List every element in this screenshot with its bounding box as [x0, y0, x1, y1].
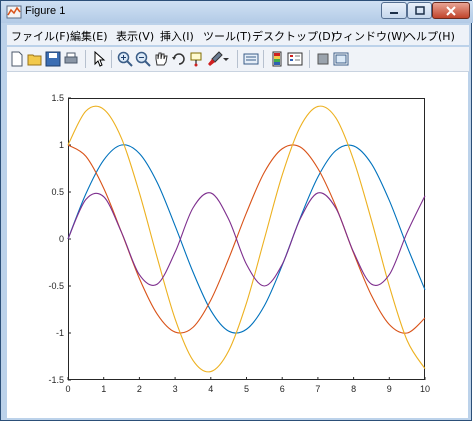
- series-line-4[interactable]: [67, 192, 426, 287]
- x-tick-label: 6: [280, 384, 285, 394]
- series-line-1[interactable]: [67, 144, 426, 334]
- y-tick-label: 0: [59, 234, 64, 244]
- figure-toolbar: [7, 47, 469, 72]
- toolbar-separator: [309, 50, 310, 68]
- maximize-icon: [414, 5, 425, 15]
- y-tick-label: -0.5: [48, 281, 64, 291]
- new-figure-icon[interactable]: [9, 51, 25, 67]
- y-tick-label: -1: [56, 328, 64, 338]
- toolbar-separator: [263, 50, 264, 68]
- toolbar-separator: [85, 50, 86, 68]
- x-tick-label: 8: [351, 384, 356, 394]
- x-tick-label: 5: [244, 384, 249, 394]
- link-plot-icon[interactable]: [243, 51, 259, 67]
- minimize-button[interactable]: [381, 2, 407, 19]
- pan-hand-icon[interactable]: [153, 51, 169, 67]
- close-icon: [446, 5, 456, 16]
- menu-window[interactable]: ウィンドウ(W): [332, 28, 406, 44]
- minimize-icon: [390, 11, 398, 14]
- x-tick-label: 10: [420, 384, 430, 394]
- close-button[interactable]: [432, 2, 470, 19]
- edit-plot-arrow-icon[interactable]: [91, 51, 107, 67]
- figure-window: Figure 1 ファイル(F) 編集(E) 表示(V) 挿入(I) ツール(T…: [0, 0, 473, 421]
- insert-colorbar-icon[interactable]: [269, 51, 285, 67]
- print-icon[interactable]: [63, 51, 79, 67]
- menu-file[interactable]: ファイル(F): [11, 28, 70, 44]
- y-tick-label: 1.5: [51, 93, 64, 103]
- x-tick-label: 2: [137, 384, 142, 394]
- open-file-icon[interactable]: [27, 51, 43, 67]
- zoom-out-icon[interactable]: [135, 51, 151, 67]
- zoom-in-icon[interactable]: [117, 51, 133, 67]
- hide-plot-tools-icon[interactable]: [315, 51, 331, 67]
- insert-legend-icon[interactable]: [287, 51, 303, 67]
- menu-edit[interactable]: 編集(E): [70, 28, 108, 44]
- y-tick-label: 1: [59, 140, 64, 150]
- x-tick-label: 3: [173, 384, 178, 394]
- x-tick-label: 4: [208, 384, 213, 394]
- menu-insert[interactable]: 挿入(I): [160, 28, 194, 44]
- window-title: Figure 1: [25, 5, 66, 17]
- menu-bar: ファイル(F) 編集(E) 表示(V) 挿入(I) ツール(T) デスクトップ(…: [7, 25, 469, 45]
- x-tick-label: 1: [101, 384, 106, 394]
- menu-desktop[interactable]: デスクトップ(D): [252, 28, 335, 44]
- data-cursor-icon[interactable]: [189, 51, 205, 67]
- menu-tools[interactable]: ツール(T): [203, 28, 251, 44]
- toolbar-separator: [111, 50, 112, 68]
- x-tick-label: 0: [65, 384, 70, 394]
- menu-view[interactable]: 表示(V): [116, 28, 154, 44]
- y-tick-label: 0.5: [51, 187, 64, 197]
- figure-canvas[interactable]: 0 1 2 3 4 5 6 7 8 9 10 1.5 1 0.5 0 -0.5 -1 -1.5: [7, 72, 468, 418]
- toolbar-separator: [237, 50, 238, 68]
- series-line-2[interactable]: [67, 144, 426, 334]
- menu-help[interactable]: ヘルプ(H): [405, 28, 455, 44]
- maximize-button[interactable]: [407, 2, 432, 19]
- x-tick-label: 7: [315, 384, 320, 394]
- matlab-figure-icon: [6, 5, 22, 19]
- x-tick-label: 9: [387, 384, 392, 394]
- save-icon[interactable]: [45, 51, 61, 67]
- series-line-3[interactable]: [67, 105, 426, 373]
- rotate-3d-icon[interactable]: [171, 51, 187, 67]
- y-tick-label: -1.5: [48, 375, 64, 385]
- plot-svg: 0 1 2 3 4 5 6 7 8 9 10 1.5 1 0.5 0 -0.5 -1 -1.5: [48, 93, 430, 394]
- brush-dropdown-icon[interactable]: [221, 51, 231, 67]
- show-plot-tools-icon[interactable]: [333, 51, 349, 67]
- title-bar[interactable]: Figure 1: [1, 1, 473, 23]
